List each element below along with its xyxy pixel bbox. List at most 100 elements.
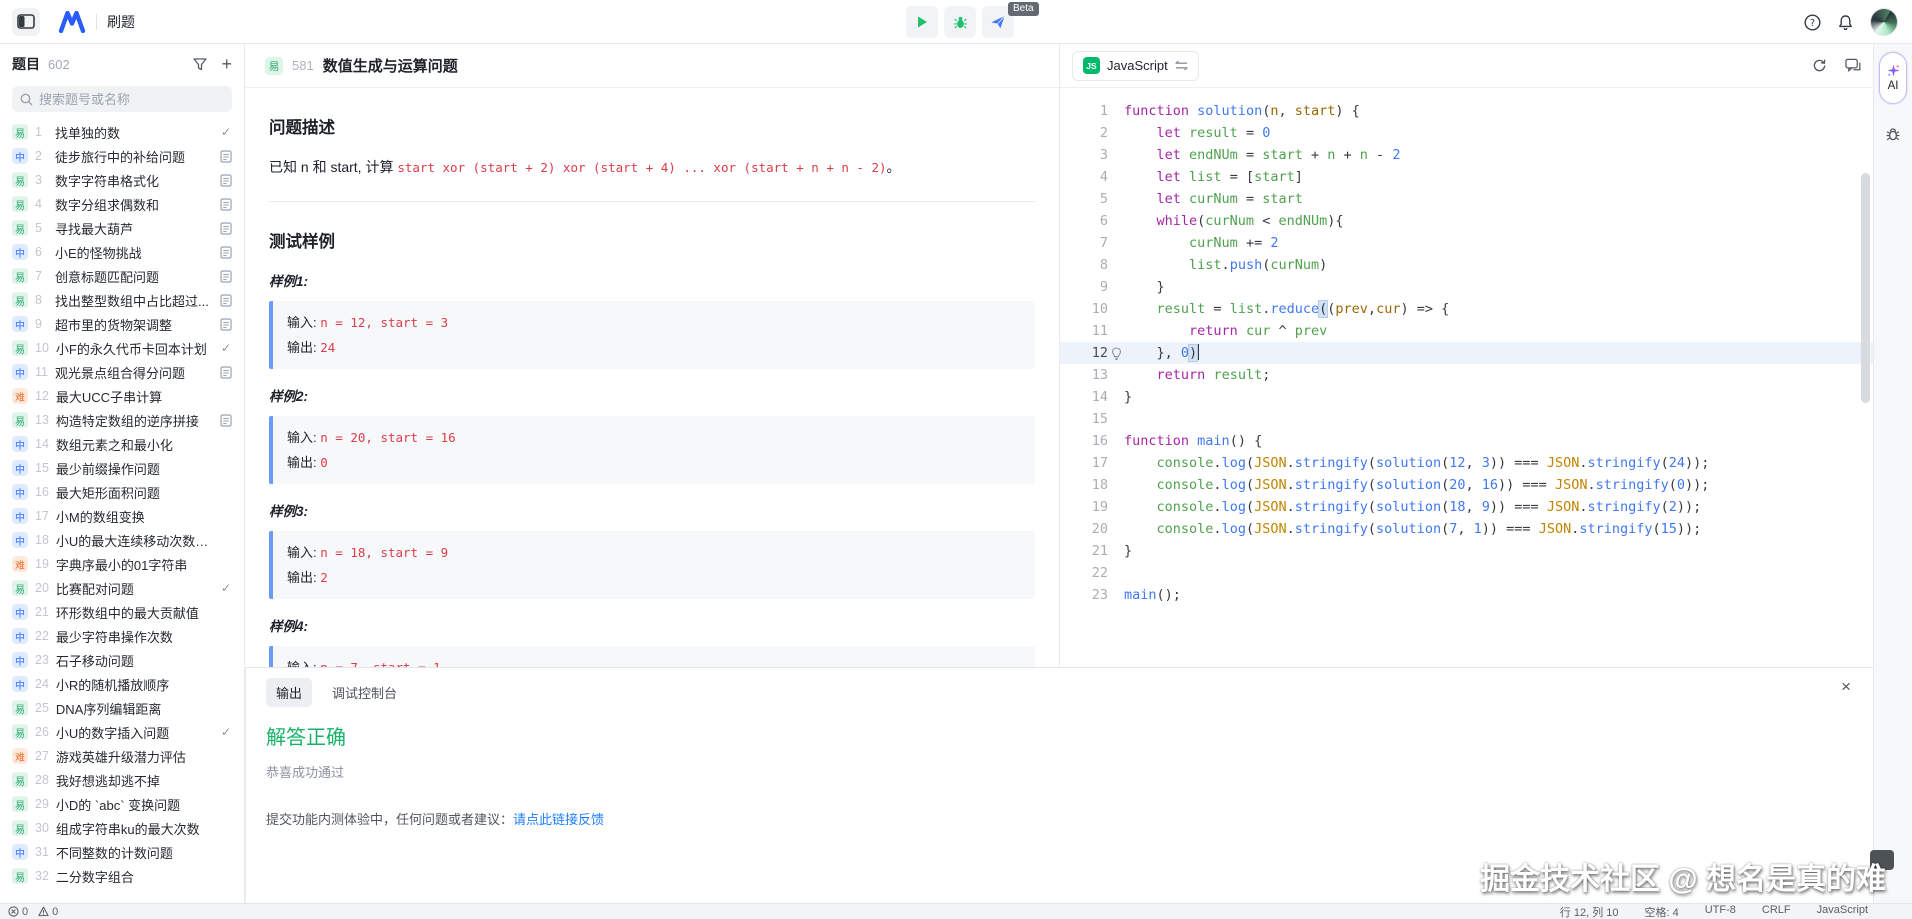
problem-list-item[interactable]: 中6小E的怪物挑战 <box>0 240 244 264</box>
problem-list-item[interactable]: 易3数字字符串格式化 <box>0 168 244 192</box>
ai-assistant-button[interactable]: AI <box>1879 52 1907 104</box>
lightbulb-icon[interactable] <box>1111 347 1122 360</box>
code-line[interactable]: 5 let curNum = start <box>1060 188 1873 210</box>
code-line[interactable]: 21} <box>1060 540 1873 562</box>
warnings-indicator[interactable]: 0 <box>38 906 58 918</box>
code-line[interactable]: 14} <box>1060 386 1873 408</box>
reset-code-icon[interactable] <box>1812 58 1827 73</box>
problem-list-item[interactable]: 中2徒步旅行中的补给问题 <box>0 144 244 168</box>
problem-list-item[interactable]: 中11观光景点组合得分问题 <box>0 360 244 384</box>
help-icon[interactable]: ? <box>1804 14 1821 31</box>
user-avatar[interactable] <box>1870 8 1898 36</box>
search-input[interactable] <box>39 92 219 107</box>
code-line[interactable]: 18 console.log(JSON.stringify(solution(2… <box>1060 474 1873 496</box>
problem-item-title: 最少字符串操作次数 <box>56 627 211 646</box>
add-icon[interactable]: + <box>221 55 232 73</box>
language-mode[interactable]: JavaScript <box>1817 904 1868 919</box>
code-line[interactable]: 3 let endNUm = start + n + n - 2 <box>1060 144 1873 166</box>
problem-number: 25 <box>35 701 49 715</box>
code-line[interactable]: 9 } <box>1060 276 1873 298</box>
problem-list-item[interactable]: 中9超市里的货物架调整 <box>0 312 244 336</box>
problem-list-item[interactable]: 难19字典序最小的01字符串 <box>0 552 244 576</box>
report-bug-icon[interactable] <box>1885 126 1901 142</box>
code-line[interactable]: 20 console.log(JSON.stringify(solution(7… <box>1060 518 1873 540</box>
cursor-position[interactable]: 行 12, 列 10 <box>1560 904 1619 919</box>
code-line[interactable]: 15 <box>1060 408 1873 430</box>
feedback-icon[interactable] <box>1845 58 1861 73</box>
code-line[interactable]: 19 console.log(JSON.stringify(solution(1… <box>1060 496 1873 518</box>
problem-list-item[interactable]: 易32二分数字组合 <box>0 864 244 888</box>
encoding-setting[interactable]: UTF-8 <box>1705 904 1736 919</box>
problem-list-item[interactable]: 难27游戏英雄升级潜力评估 <box>0 744 244 768</box>
problem-list-item[interactable]: 中22最少字符串操作次数 <box>0 624 244 648</box>
close-output-icon[interactable]: × <box>1841 678 1851 695</box>
problem-list-item[interactable]: 中18小U的最大连续移动次数问题 <box>0 528 244 552</box>
sidebar-toggle-button[interactable] <box>12 8 40 36</box>
problem-list-item[interactable]: 易4数字分组求偶数和 <box>0 192 244 216</box>
error-icon <box>8 906 19 917</box>
code-line[interactable]: 4 let list = [start] <box>1060 166 1873 188</box>
line-number: 2 <box>1060 122 1108 144</box>
filter-icon[interactable] <box>193 57 207 71</box>
language-tab-label: JavaScript <box>1107 58 1168 73</box>
problem-list-item[interactable]: 中15最少前缀操作问题 <box>0 456 244 480</box>
notifications-icon[interactable] <box>1837 14 1854 31</box>
run-button[interactable] <box>906 6 938 38</box>
code-line[interactable]: 11 return cur ^ prev <box>1060 320 1873 342</box>
code-line[interactable]: 12 }, 0) <box>1060 342 1873 364</box>
problem-list-item[interactable]: 易20比赛配对问题✓ <box>0 576 244 600</box>
code-line[interactable]: 6 while(curNum < endNUm){ <box>1060 210 1873 232</box>
problem-list-item[interactable]: 易13构造特定数组的逆序拼接 <box>0 408 244 432</box>
tab-debug-console[interactable]: 调试控制台 <box>322 678 407 707</box>
problem-list-item[interactable]: 中16最大矩形面积问题 <box>0 480 244 504</box>
gutter-slot <box>1108 364 1124 386</box>
eol-setting[interactable]: CRLF <box>1762 904 1791 919</box>
problem-list-item[interactable]: 易30组成字符串ku的最大次数 <box>0 816 244 840</box>
sample-label: 样例4: <box>269 615 1035 635</box>
feedback-link[interactable]: 请点此链接反馈 <box>513 812 604 827</box>
problem-list-item[interactable]: 中17小M的数组变换 <box>0 504 244 528</box>
problem-list-item[interactable]: 易25DNA序列编辑距离 <box>0 696 244 720</box>
problem-list-item[interactable]: 中23石子移动问题 <box>0 648 244 672</box>
difficulty-badge: 易 <box>12 772 28 788</box>
problem-list-item[interactable]: 中14数组元素之和最小化 <box>0 432 244 456</box>
sample-output: 输出: 24 <box>287 335 1021 360</box>
problem-list-item[interactable]: 易10小F的永久代币卡回本计划✓ <box>0 336 244 360</box>
marscode-logo[interactable] <box>58 11 86 33</box>
code-line[interactable]: 2 let result = 0 <box>1060 122 1873 144</box>
indent-setting[interactable]: 空格: 4 <box>1645 904 1679 919</box>
code-line[interactable]: 13 return result; <box>1060 364 1873 386</box>
problem-list-item[interactable]: 中21环形数组中的最大贡献值 <box>0 600 244 624</box>
editor-scrollbar[interactable] <box>1861 173 1870 403</box>
problem-list-item[interactable]: 易7创意标题匹配问题 <box>0 264 244 288</box>
code-area[interactable]: 1function solution(n, start) {2 let resu… <box>1060 88 1873 666</box>
code-line[interactable]: 7 curNum += 2 <box>1060 232 1873 254</box>
tab-output[interactable]: 输出 <box>266 678 312 707</box>
problem-list-item[interactable]: 易5寻找最大葫芦 <box>0 216 244 240</box>
errors-indicator[interactable]: 0 <box>8 906 28 918</box>
problem-list-item[interactable]: 易28我好想逃却逃不掉 <box>0 768 244 792</box>
problem-list-item[interactable]: 难12最大UCC子串计算 <box>0 384 244 408</box>
problem-list-item[interactable]: 易8找出整型数组中占比超过... <box>0 288 244 312</box>
problem-item-status <box>218 366 234 379</box>
code-line[interactable]: 23main(); <box>1060 584 1873 606</box>
code-line[interactable]: 16function main() { <box>1060 430 1873 452</box>
code-line[interactable]: 22 <box>1060 562 1873 584</box>
debug-button[interactable] <box>944 6 976 38</box>
problem-list-item[interactable]: 中31不同整数的计数问题 <box>0 840 244 864</box>
problem-item-status: ✓ <box>218 725 234 739</box>
language-tab[interactable]: JS JavaScript <box>1072 51 1199 81</box>
problem-list-item[interactable]: 易1找单独的数✓ <box>0 120 244 144</box>
code-line[interactable]: 8 list.push(curNum) <box>1060 254 1873 276</box>
problem-list-item[interactable]: 易29小D的 `abc` 变换问题 <box>0 792 244 816</box>
search-box[interactable] <box>12 86 232 112</box>
code-text: console.log(JSON.stringify(solution(18, … <box>1124 496 1701 518</box>
problem-list-item[interactable]: 中24小R的随机播放顺序 <box>0 672 244 696</box>
code-line[interactable]: 10 result = list.reduce((prev,cur) => { <box>1060 298 1873 320</box>
code-line[interactable]: 1function solution(n, start) { <box>1060 100 1873 122</box>
problem-item-title: 小D的 `abc` 变换问题 <box>56 795 211 814</box>
switch-language-icon[interactable] <box>1175 60 1188 71</box>
problem-list-item[interactable]: 易26小U的数字插入问题✓ <box>0 720 244 744</box>
code-line[interactable]: 17 console.log(JSON.stringify(solution(1… <box>1060 452 1873 474</box>
submit-button[interactable]: Beta <box>982 6 1014 38</box>
